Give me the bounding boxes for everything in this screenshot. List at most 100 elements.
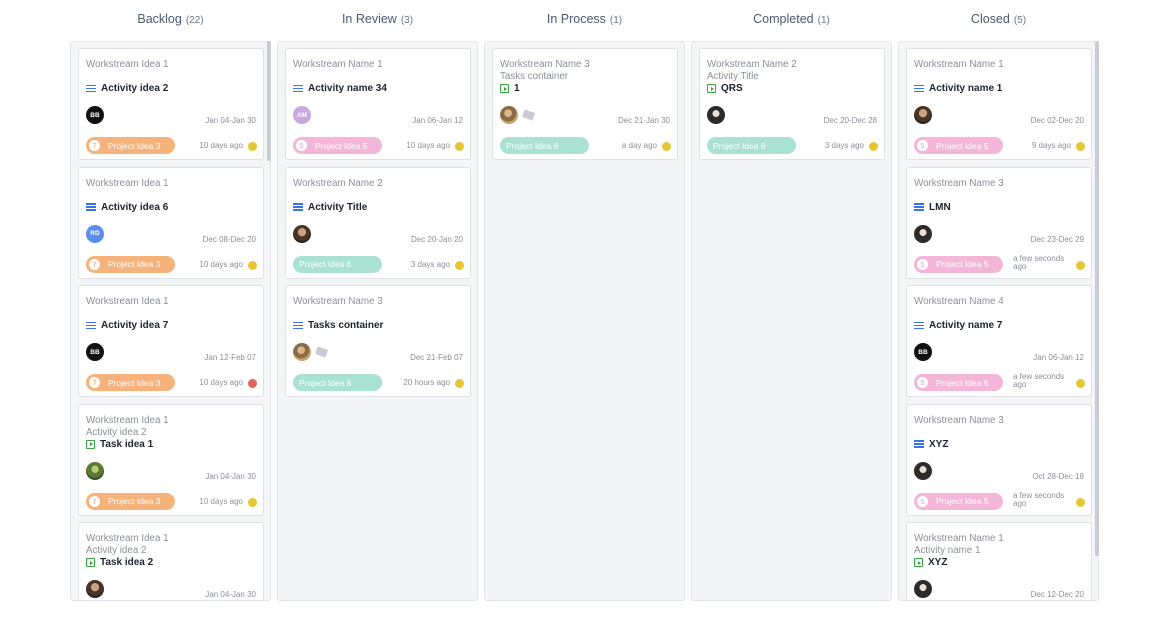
- task-card[interactable]: Workstream Name 3 LMN Dec 23-Dec 29 5 Projec…: [906, 166, 1092, 279]
- play-square-icon: [500, 84, 509, 93]
- task-card[interactable]: Workstream Idea 1 Activity idea 2 Task ide…: [78, 522, 264, 600]
- kanban-board: Backlog (22) Workstream Idea 1 Activity ide…: [70, 0, 1102, 617]
- scrollbar-backlog[interactable]: [267, 41, 271, 161]
- card-title-text: XYZ: [929, 438, 949, 450]
- card-title[interactable]: Activity idea 2: [86, 83, 168, 94]
- status-dot: [1076, 260, 1085, 270]
- badge-count: 7: [88, 376, 101, 389]
- column-header[interactable]: In Process (1): [484, 12, 685, 26]
- card-title[interactable]: Activity idea 6: [86, 202, 168, 213]
- badge-label: Project Idea 5: [936, 377, 989, 388]
- project-badge[interactable]: 5 Project Idea 5: [914, 374, 1003, 391]
- project-badge[interactable]: Project Idea 6: [707, 137, 796, 154]
- column-header[interactable]: Backlog (22): [70, 12, 271, 26]
- column-body: Workstream Name 1 Activity name 34 AM Jan 0…: [277, 41, 478, 601]
- project-badge[interactable]: 7 Project Idea 3: [86, 137, 175, 154]
- card-title[interactable]: Tasks container: [293, 320, 383, 331]
- badge-label: Project Idea 6: [506, 140, 559, 151]
- task-card[interactable]: Workstream Name 1 Activity name 1 Dec 02-D…: [906, 48, 1092, 160]
- task-card[interactable]: Workstream Name 4 Activity name 7 BB Jan 06…: [906, 285, 1092, 397]
- avatar[interactable]: RD: [86, 224, 104, 243]
- list-icon: [293, 203, 303, 211]
- card-title[interactable]: 1: [500, 83, 520, 94]
- status-dot: [662, 142, 671, 151]
- list-icon: [914, 321, 924, 330]
- avatar[interactable]: [500, 106, 518, 124]
- card-title[interactable]: Activity name 7: [914, 320, 1002, 331]
- avatar[interactable]: BB: [914, 343, 932, 361]
- date-range: Dec 08-Dec 20: [202, 234, 256, 244]
- date-range: Dec 12-Dec 20: [1030, 590, 1084, 599]
- task-card[interactable]: Workstream Name 1 Activity name 1 XYZ Dec 1…: [906, 522, 1092, 600]
- task-card[interactable]: Workstream Idea 1 Activity idea 6 RD Dec 08…: [78, 166, 264, 279]
- scrollbar-closed[interactable]: [1095, 41, 1099, 556]
- lines-icon: [914, 321, 924, 330]
- workstream-label: Workstream Name 1: [914, 59, 1004, 70]
- task-card[interactable]: Workstream Name 2 Activity Title QRS Dec 20…: [699, 48, 885, 160]
- task-icon: [500, 84, 509, 93]
- avatar[interactable]: [86, 580, 104, 598]
- avatar[interactable]: [707, 106, 725, 124]
- project-badge[interactable]: Project Idea 6: [500, 137, 589, 154]
- avatar[interactable]: [86, 461, 104, 480]
- avatar[interactable]: BB: [86, 106, 104, 124]
- card-title[interactable]: QRS: [707, 83, 743, 94]
- avatar[interactable]: [914, 106, 932, 124]
- project-badge[interactable]: 5 Project Idea 5: [293, 137, 382, 154]
- project-badge[interactable]: 7 Project Idea 3: [86, 374, 175, 391]
- task-card[interactable]: Workstream Name 3 Tasks container Dec 21-F…: [285, 285, 471, 397]
- avatar[interactable]: [293, 224, 311, 243]
- status-dot: [248, 260, 257, 270]
- avatar[interactable]: [914, 580, 932, 598]
- workstream-label: Workstream Name 2: [293, 177, 383, 189]
- avatar[interactable]: [293, 343, 311, 361]
- date-range: Jan 04-Jan 30: [205, 471, 256, 481]
- card-title-text: Tasks container: [308, 320, 384, 331]
- card-title[interactable]: Task idea 2: [86, 557, 153, 568]
- project-badge[interactable]: 5 Project Idea 5: [914, 137, 1003, 154]
- workstream-label: Workstream Idea 1: [86, 414, 169, 426]
- task-card[interactable]: Workstream Name 1 Activity name 34 AM Jan 0…: [285, 48, 471, 160]
- column-completed: Completed (1) Workstream Name 2 Activity Ti…: [691, 0, 892, 617]
- time-ago: a few seconds ago: [1013, 253, 1065, 271]
- task-card[interactable]: Workstream Name 2 Activity Title Dec 20-Ja…: [285, 166, 471, 279]
- project-badge[interactable]: Project Idea 6: [293, 255, 382, 273]
- column-header[interactable]: In Review (3): [277, 12, 478, 26]
- column-title: Closed: [970, 12, 1010, 26]
- column-header[interactable]: Closed (5): [898, 12, 1099, 26]
- badge-label: Project Idea 5: [315, 140, 368, 151]
- time-ago: 20 hours ago: [403, 378, 450, 387]
- project-badge[interactable]: 5 Project Idea 5: [914, 255, 1003, 273]
- card-title[interactable]: XYZ: [914, 557, 947, 568]
- tag-icon[interactable]: [521, 109, 536, 121]
- project-badge[interactable]: Project Idea 6: [293, 374, 382, 391]
- project-badge[interactable]: 7 Project Idea 3: [86, 492, 175, 510]
- workstream-label: Workstream Name 2: [707, 59, 797, 70]
- avatar[interactable]: AM: [293, 106, 311, 124]
- parent-label: Activity idea 2: [86, 545, 147, 556]
- task-card[interactable]: Workstream Idea 1 Activity idea 2 BB Jan 04…: [78, 48, 264, 160]
- card-title[interactable]: Activity name 34: [293, 83, 387, 94]
- card-title[interactable]: Activity Title: [293, 202, 367, 213]
- card-title[interactable]: XYZ: [914, 439, 948, 450]
- status-dot: [248, 379, 257, 388]
- card-title[interactable]: LMN: [914, 202, 951, 213]
- play-square-icon: [914, 558, 923, 567]
- tag-icon[interactable]: [314, 346, 329, 358]
- task-card[interactable]: Workstream Name 3 Tasks container 1 Dec 21-…: [492, 48, 678, 160]
- card-title[interactable]: Activity name 1: [914, 83, 1002, 94]
- task-card[interactable]: Workstream Idea 1 Activity idea 7 BB Jan 12…: [78, 285, 264, 397]
- card-title-text: Activity name 34: [308, 83, 387, 94]
- task-card[interactable]: Workstream Idea 1 Activity idea 2 Task ide…: [78, 403, 264, 516]
- workstream-label: Workstream Name 1: [293, 59, 383, 70]
- avatar[interactable]: BB: [86, 343, 104, 361]
- time-ago: 10 days ago: [199, 259, 243, 269]
- project-badge[interactable]: 7 Project Idea 3: [86, 255, 175, 273]
- task-card[interactable]: Workstream Name 3 XYZ Oct 28-Dec 18 5 Projec…: [906, 403, 1092, 516]
- avatar[interactable]: [914, 224, 932, 243]
- card-title[interactable]: Activity idea 7: [86, 320, 168, 331]
- column-header[interactable]: Completed (1): [691, 12, 892, 26]
- card-title[interactable]: Task idea 1: [86, 439, 153, 450]
- avatar[interactable]: [914, 461, 932, 480]
- project-badge[interactable]: 5 Project Idea 5: [914, 492, 1003, 510]
